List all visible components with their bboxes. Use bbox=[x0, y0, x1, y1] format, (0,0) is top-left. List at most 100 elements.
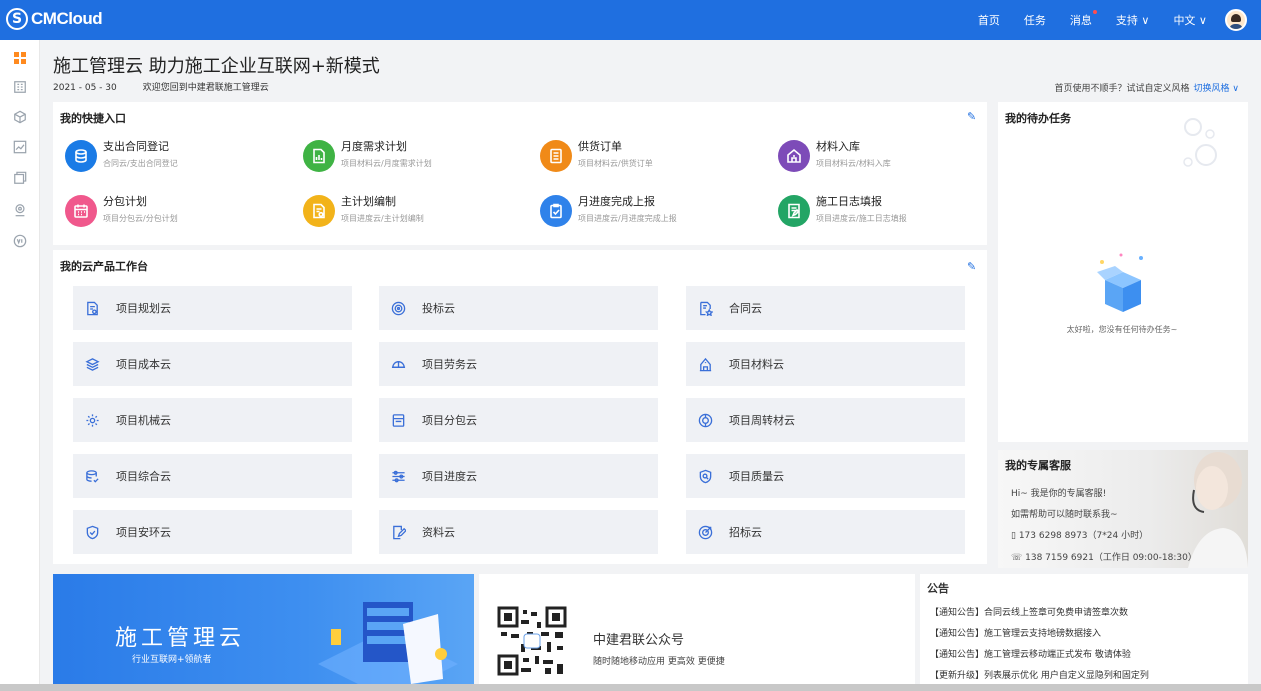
database-check-icon bbox=[73, 469, 100, 484]
workbench-button[interactable]: 项目质量云 bbox=[686, 454, 965, 498]
workbench-label: 资料云 bbox=[422, 526, 455, 539]
horizontal-scrollbar[interactable] bbox=[0, 684, 1261, 691]
workbench-button[interactable]: 项目周转材云 bbox=[686, 398, 965, 442]
workbench-button[interactable]: 投标云 bbox=[379, 286, 658, 330]
customer-service-card: 我的专属客服 Hi~ 我是你的专属客服! 如需帮助可以随时联系我~ ▯ 173 … bbox=[998, 450, 1248, 568]
quick-entry-item[interactable]: 主计划编制 项目进度云/主计划编制 bbox=[303, 193, 533, 233]
workbench-button[interactable]: 项目劳务云 bbox=[379, 342, 658, 386]
welcome-text: 欢迎您回到中建君联施工管理云 bbox=[142, 83, 269, 93]
helmet-icon bbox=[379, 357, 406, 372]
quick-entry-item[interactable]: 施工日志填报项目进度云/施工日志填报 bbox=[778, 193, 1008, 233]
workbench-button[interactable]: 项目安环云 bbox=[73, 510, 352, 554]
notice-card: 公告 【通知公告】合同云线上签章可免费申请签章次数 【通知公告】施工管理云支持地… bbox=[920, 574, 1248, 691]
workbench-label: 项目劳务云 bbox=[422, 358, 477, 371]
shield-search-icon bbox=[686, 469, 713, 484]
quick-entry-path: 项目进度云/施工日志填报 bbox=[816, 214, 907, 223]
workbench-label: 项目规划云 bbox=[116, 302, 171, 315]
workbench-button[interactable]: 项目进度云 bbox=[379, 454, 658, 498]
plan-doc-icon bbox=[73, 301, 100, 316]
wechat-banner[interactable]: 中建君联公众号 随时随地移动应用 更高效 更便捷 bbox=[479, 574, 915, 691]
notice-item[interactable]: 【通知公告】施工管理云支持地磅数据接入 bbox=[930, 627, 1149, 648]
workbench-label: 项目安环云 bbox=[116, 526, 171, 539]
quick-entry-item[interactable]: 分包计划 项目分包云/分包计划 bbox=[65, 193, 295, 233]
sidebar-location-icon[interactable] bbox=[12, 202, 28, 218]
quick-entry-label: 施工日志填报 bbox=[816, 195, 882, 208]
service-phone-mobile: ▯ 173 6298 8973（7*24 小时） bbox=[1011, 528, 1148, 541]
top-nav: 首页 任务 消息 支持 ∨ 中文 ∨ bbox=[954, 0, 1247, 40]
workbench-edit-icon[interactable]: ✎ bbox=[967, 260, 977, 273]
banner2-subtitle: 随时随地移动应用 更高效 更便捷 bbox=[593, 657, 725, 667]
building-icon bbox=[686, 357, 713, 372]
target-arrow-icon bbox=[686, 525, 713, 540]
sidebar-chart-icon[interactable] bbox=[12, 139, 28, 155]
workbench-label: 招标云 bbox=[729, 526, 762, 539]
logo-text: CMCloud bbox=[31, 9, 103, 28]
banner1-subtitle: 行业互联网+领航者 bbox=[132, 655, 212, 665]
page-subtitle: 2021 - 05 - 30 欢迎您回到中建君联施工管理云 bbox=[53, 80, 269, 93]
workbench-button[interactable]: 项目材料云 bbox=[686, 342, 965, 386]
product-banner[interactable]: 施工管理云 行业互联网+领航者 bbox=[53, 574, 474, 691]
clipboard-check-icon bbox=[540, 195, 572, 227]
file-edit-icon bbox=[379, 525, 406, 540]
quick-entry-item[interactable]: 供货订单项目材料云/供货订单 bbox=[540, 138, 770, 178]
banner-server-illustration bbox=[318, 602, 458, 691]
workbench-button[interactable]: 项目机械云 bbox=[73, 398, 352, 442]
quick-entry-title: 我的快捷入口 bbox=[60, 112, 126, 125]
nav-home[interactable]: 首页 bbox=[978, 12, 1000, 28]
workbench-button[interactable]: 合同云 bbox=[686, 286, 965, 330]
banner2-title: 中建君联公众号 bbox=[593, 633, 685, 648]
notice-item[interactable]: 【通知公告】施工管理云移动端正式发布 敬请体验 bbox=[930, 648, 1149, 669]
sliders-icon bbox=[379, 469, 406, 484]
quick-entry-label: 材料入库 bbox=[816, 140, 860, 153]
quick-entry-edit-icon[interactable]: ✎ bbox=[967, 110, 977, 123]
quick-entry-item[interactable]: 月度需求计划项目材料云/月度需求计划 bbox=[303, 138, 533, 178]
workbench-label: 项目周转材云 bbox=[729, 414, 795, 427]
cycle-icon bbox=[686, 413, 713, 428]
quick-entry-path: 项目进度云/主计划编制 bbox=[341, 214, 424, 223]
quick-entry-path: 项目材料云/供货订单 bbox=[578, 159, 653, 168]
sidebar-vip-icon[interactable] bbox=[12, 233, 28, 249]
service-phone-work: ☏ 138 7159 6921（工作日 09:00-18:30） bbox=[1011, 550, 1197, 563]
calendar-icon bbox=[65, 195, 97, 227]
todo-title: 我的待办任务 bbox=[1005, 112, 1071, 125]
quick-entry-item[interactable]: 月进度完成上报 项目进度云/月进度完成上报 bbox=[540, 193, 770, 233]
unread-dot bbox=[1092, 10, 1097, 14]
database-icon bbox=[65, 140, 97, 172]
nav-messages[interactable]: 消息 bbox=[1070, 10, 1097, 28]
quick-entry-path: 项目材料云/月度需求计划 bbox=[341, 159, 432, 168]
quick-entry-label: 供货订单 bbox=[578, 140, 622, 153]
plan-doc-icon bbox=[303, 195, 335, 227]
workbench-button[interactable]: 招标云 bbox=[686, 510, 965, 554]
workbench-button[interactable]: 项目分包云 bbox=[379, 398, 658, 442]
service-help: 如需帮助可以随时联系我~ bbox=[1011, 510, 1118, 520]
nav-support-dropdown[interactable]: 支持 ∨ bbox=[1116, 12, 1150, 28]
service-phone1: 173 6298 8973（7*24 小时） bbox=[1018, 531, 1149, 541]
workbench-button[interactable]: 项目成本云 bbox=[73, 342, 352, 386]
sidebar-building-icon[interactable] bbox=[12, 79, 28, 95]
switch-style-link[interactable]: 切换风格 ∨ bbox=[1194, 84, 1239, 94]
service-greeting: Hi~ 我是你的专属客服! bbox=[1011, 489, 1107, 499]
gear-icon bbox=[73, 413, 100, 428]
log-doc-icon bbox=[778, 195, 810, 227]
layers-icon bbox=[73, 357, 100, 372]
sidebar-cube-icon[interactable] bbox=[12, 109, 28, 125]
quick-entry-path: 项目材料云/材料入库 bbox=[816, 159, 891, 168]
workbench-label: 项目质量云 bbox=[729, 470, 784, 483]
quick-entry-label: 月度需求计划 bbox=[341, 140, 407, 153]
nav-language-dropdown[interactable]: 中文 ∨ bbox=[1173, 12, 1207, 28]
user-avatar[interactable] bbox=[1225, 9, 1247, 31]
quick-entry-label: 分包计划 bbox=[103, 195, 147, 208]
notice-item[interactable]: 【通知公告】合同云线上签章可免费申请签章次数 bbox=[930, 606, 1149, 627]
nav-tasks[interactable]: 任务 bbox=[1024, 12, 1046, 28]
workbench-button[interactable]: 资料云 bbox=[379, 510, 658, 554]
logo[interactable]: S CMCloud bbox=[6, 8, 103, 30]
sidebar-copy-icon[interactable] bbox=[12, 170, 28, 186]
workbench-button[interactable]: 项目综合云 bbox=[73, 454, 352, 498]
workbench-label: 投标云 bbox=[422, 302, 455, 315]
page-title: 施工管理云 助力施工企业互联网+新模式 bbox=[53, 56, 380, 77]
quick-entry-item[interactable]: 支出合同登记 合同云/支出合同登记 bbox=[65, 138, 295, 178]
sidebar-home-grid-icon[interactable] bbox=[12, 50, 28, 66]
quick-entry-item[interactable]: 材料入库项目材料云/材料入库 bbox=[778, 138, 1008, 178]
qr-code-image bbox=[497, 606, 567, 676]
workbench-button[interactable]: 项目规划云 bbox=[73, 286, 352, 330]
